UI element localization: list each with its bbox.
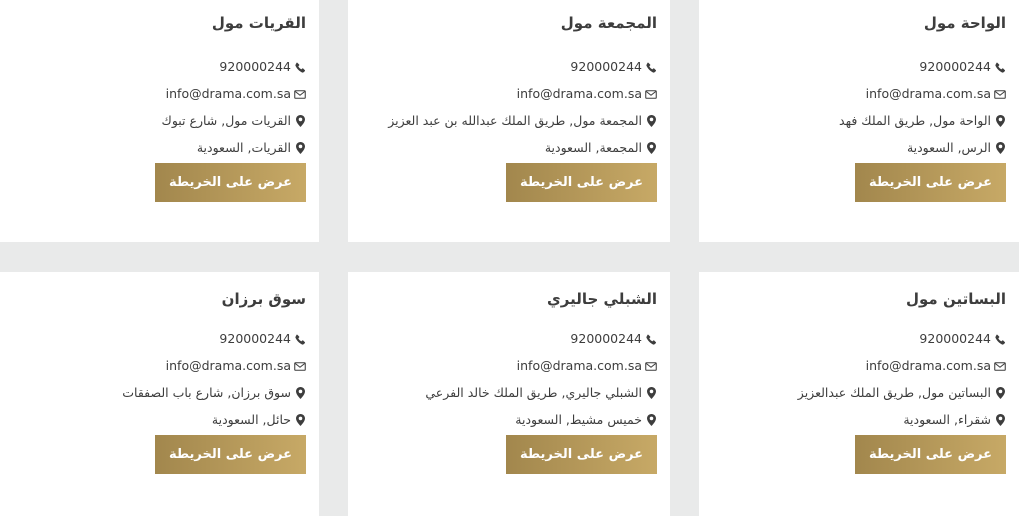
view-on-map-button[interactable]: عرض على الخريطة xyxy=(155,435,306,474)
envelope-icon xyxy=(294,88,306,100)
store-address: سوق برزان, شارع باب الصفقات xyxy=(122,385,291,400)
address-line: القريات مول, شارع تبوك xyxy=(162,113,306,129)
address-line: سوق برزان, شارع باب الصفقات xyxy=(122,385,306,401)
store-address: القريات مول, شارع تبوك xyxy=(161,113,291,128)
address-line: الواحة مول, طريق الملك فهد xyxy=(839,113,1006,129)
phone-line: 920000244 xyxy=(570,331,657,347)
view-on-map-button[interactable]: عرض على الخريطة xyxy=(855,163,1006,202)
phone-icon xyxy=(294,333,306,345)
email-address[interactable]: info@drama.com.sa xyxy=(517,86,642,102)
store-name: الشبلي جاليري xyxy=(547,290,657,308)
view-on-map-button[interactable]: عرض على الخريطة xyxy=(506,435,657,474)
map-marker-icon xyxy=(294,414,306,426)
store-name: سوق برزان xyxy=(221,290,306,308)
envelope-icon xyxy=(294,360,306,372)
city-line: الرس, السعودية xyxy=(907,140,1006,156)
email-line: info@drama.com.sa xyxy=(517,358,657,374)
phone-line: 920000244 xyxy=(219,59,306,75)
email-line: info@drama.com.sa xyxy=(866,86,1006,102)
phone-line: 920000244 xyxy=(919,59,1006,75)
phone-icon xyxy=(294,61,306,73)
store-card-0: الواحة مول 920000244 info@drama.com.sa ا… xyxy=(699,0,1019,242)
email-line: info@drama.com.sa xyxy=(866,358,1006,374)
store-address: البساتين مول, طريق الملك عبدالعزيز xyxy=(797,385,991,400)
map-marker-icon xyxy=(645,142,657,154)
store-address: الشبلي جاليري, طريق الملك خالد الفرعي xyxy=(425,385,642,400)
store-name: البساتين مول xyxy=(906,290,1006,308)
address-line: الشبلي جاليري, طريق الملك خالد الفرعي xyxy=(425,385,657,401)
map-marker-icon xyxy=(645,115,657,127)
store-card-1: المجمعة مول 920000244 info@drama.com.sa … xyxy=(348,0,670,242)
map-marker-icon xyxy=(294,115,306,127)
map-marker-icon xyxy=(645,387,657,399)
envelope-icon xyxy=(994,360,1006,372)
phone-line: 920000244 xyxy=(219,331,306,347)
store-city: خميس مشيط, السعودية xyxy=(515,412,642,427)
email-line: info@drama.com.sa xyxy=(166,358,306,374)
address-line: البساتين مول, طريق الملك عبدالعزيز xyxy=(798,385,1006,401)
store-address: المجمعة مول, طريق الملك عبدالله بن عبد ا… xyxy=(388,113,642,128)
city-line: حائل, السعودية xyxy=(212,412,306,428)
map-marker-icon xyxy=(994,115,1006,127)
store-city: المجمعة, السعودية xyxy=(544,140,642,155)
map-marker-icon xyxy=(994,387,1006,399)
view-on-map-button[interactable]: عرض على الخريطة xyxy=(155,163,306,202)
email-address[interactable]: info@drama.com.sa xyxy=(166,358,291,374)
store-card-5: سوق برزان 920000244 info@drama.com.sa سو… xyxy=(0,272,319,516)
map-marker-icon xyxy=(645,414,657,426)
phone-number[interactable]: 920000244 xyxy=(570,331,642,347)
phone-number[interactable]: 920000244 xyxy=(570,59,642,75)
map-marker-icon xyxy=(294,387,306,399)
store-city: شقراء, السعودية xyxy=(903,412,991,427)
map-marker-icon xyxy=(294,142,306,154)
store-name: الواحة مول xyxy=(923,14,1006,32)
store-name: القريات مول xyxy=(211,14,306,32)
store-card-2: القريات مول 920000244 info@drama.com.sa … xyxy=(0,0,319,242)
phone-number[interactable]: 920000244 xyxy=(919,59,991,75)
email-line: info@drama.com.sa xyxy=(166,86,306,102)
phone-number[interactable]: 920000244 xyxy=(219,331,291,347)
email-line: info@drama.com.sa xyxy=(517,86,657,102)
store-card-4: الشبلي جاليري 920000244 info@drama.com.s… xyxy=(348,272,670,516)
store-city: حائل, السعودية xyxy=(211,412,291,427)
phone-line: 920000244 xyxy=(570,59,657,75)
phone-number[interactable]: 920000244 xyxy=(219,59,291,75)
envelope-icon xyxy=(645,88,657,100)
view-on-map-button[interactable]: عرض على الخريطة xyxy=(855,435,1006,474)
map-marker-icon xyxy=(994,414,1006,426)
envelope-icon xyxy=(994,88,1006,100)
phone-icon xyxy=(994,61,1006,73)
address-line: المجمعة مول, طريق الملك عبدالله بن عبد ا… xyxy=(388,113,657,129)
phone-icon xyxy=(645,61,657,73)
phone-number[interactable]: 920000244 xyxy=(919,331,991,347)
phone-icon xyxy=(645,333,657,345)
store-city: القريات, السعودية xyxy=(196,140,291,155)
phone-icon xyxy=(994,333,1006,345)
store-address: الواحة مول, طريق الملك فهد xyxy=(839,113,991,128)
map-marker-icon xyxy=(994,142,1006,154)
store-city: الرس, السعودية xyxy=(906,140,991,155)
store-card-3: البساتين مول 920000244 info@drama.com.sa… xyxy=(699,272,1019,516)
email-address[interactable]: info@drama.com.sa xyxy=(866,86,991,102)
phone-line: 920000244 xyxy=(919,331,1006,347)
store-name: المجمعة مول xyxy=(560,14,657,32)
city-line: خميس مشيط, السعودية xyxy=(515,412,657,428)
email-address[interactable]: info@drama.com.sa xyxy=(866,358,991,374)
city-line: شقراء, السعودية xyxy=(903,412,1006,428)
envelope-icon xyxy=(645,360,657,372)
view-on-map-button[interactable]: عرض على الخريطة xyxy=(506,163,657,202)
email-address[interactable]: info@drama.com.sa xyxy=(166,86,291,102)
city-line: المجمعة, السعودية xyxy=(545,140,657,156)
city-line: القريات, السعودية xyxy=(197,140,306,156)
email-address[interactable]: info@drama.com.sa xyxy=(517,358,642,374)
